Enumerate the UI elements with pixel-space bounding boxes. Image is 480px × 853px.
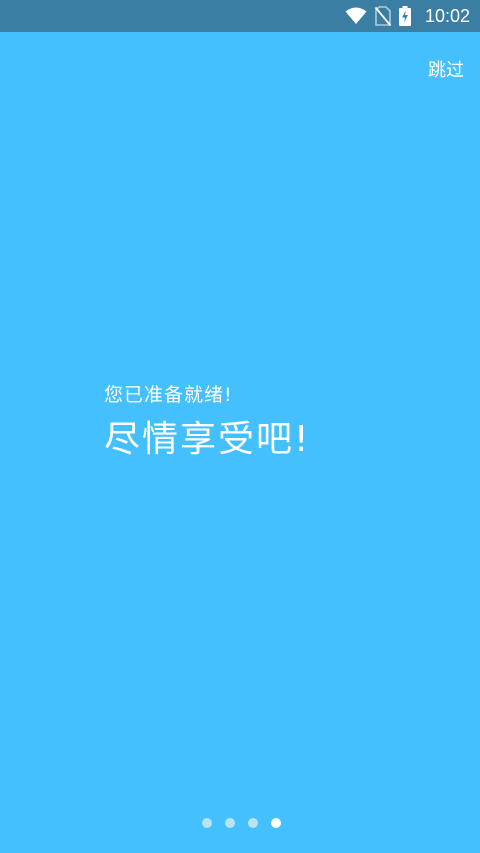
ready-text: 您已准备就绪!: [104, 384, 233, 406]
skip-button[interactable]: 跳过: [428, 56, 464, 82]
wifi-icon: [345, 7, 367, 25]
status-bar: 10:02: [0, 0, 480, 32]
no-sim-icon: [374, 6, 391, 26]
page-dot-2[interactable]: [225, 818, 235, 828]
page-dot-1[interactable]: [202, 818, 212, 828]
status-icons: 10:02: [345, 0, 470, 32]
battery-charging-icon: [398, 6, 411, 26]
page-dot-3[interactable]: [248, 818, 258, 828]
clock: 10:02: [424, 5, 470, 26]
page-dot-4-active[interactable]: [271, 818, 281, 828]
page-indicator: [202, 818, 281, 828]
welcome-message: 您已准备就绪! 尽情享受吧!: [104, 380, 310, 464]
enjoy-text: 尽情享受吧!: [104, 419, 311, 460]
